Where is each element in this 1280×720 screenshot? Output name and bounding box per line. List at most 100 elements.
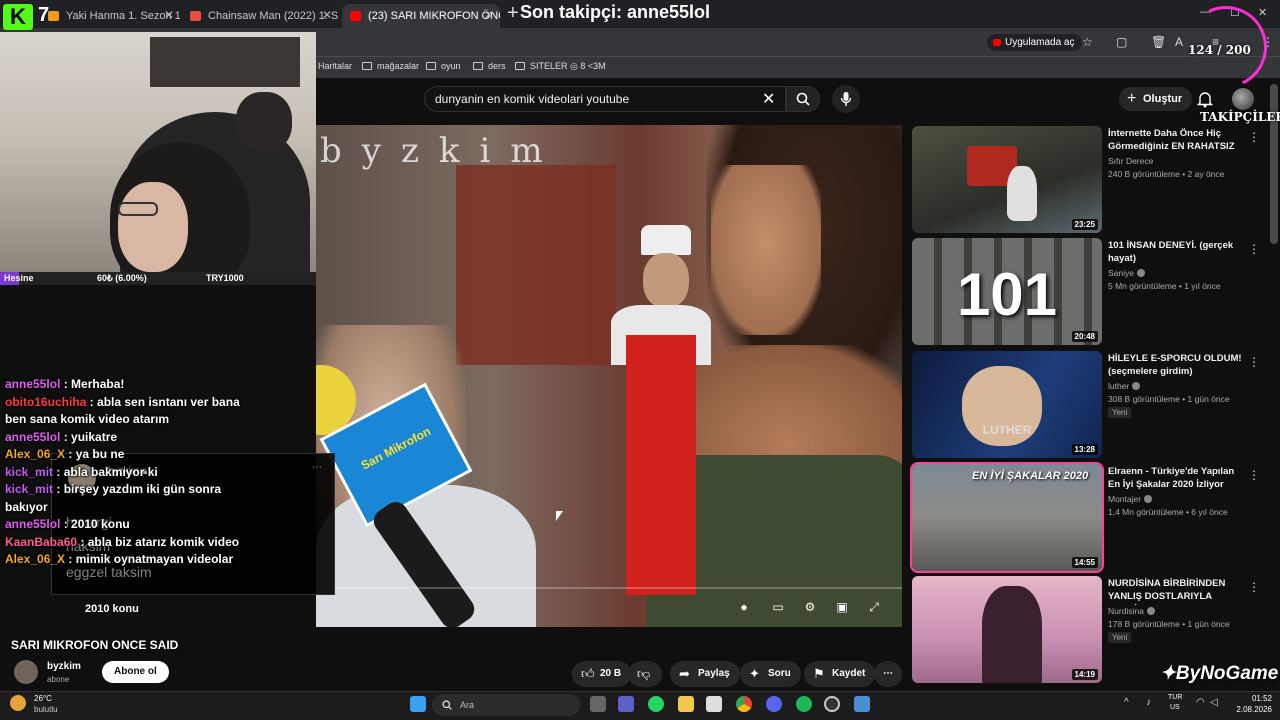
bell-icon[interactable] [1197,90,1213,108]
chat-username[interactable]: anne55lol [5,377,60,391]
bookmark-magazalar[interactable]: mağazalar [362,61,419,71]
windows-start-icon[interactable] [410,696,426,712]
task-view-icon[interactable] [590,696,606,712]
teams-icon[interactable] [618,696,634,712]
video-progress-bar[interactable] [316,587,902,589]
close-icon[interactable]: ✕ [164,5,174,25]
chat-username[interactable]: anne55lol [5,430,60,444]
close-window-icon[interactable]: ✕ [1258,6,1267,19]
tab-sari-mikrofon[interactable]: (23) SARI MIKROFON ÖNCE ✕ [342,4,500,28]
chat-username[interactable]: Alex_06_X [5,447,65,461]
weather-icon[interactable] [10,695,26,711]
obs-icon[interactable] [824,696,840,712]
bookmark-siteler[interactable]: SITELER [515,61,568,71]
file-explorer-icon[interactable] [678,696,694,712]
wifi-icon[interactable]: ◠ [1196,697,1205,708]
theater-mode-icon[interactable]: ▣ [834,599,850,615]
subtitles-icon[interactable]: ▭ [770,599,786,615]
channel-name[interactable]: byzkim [47,661,81,672]
discord-icon[interactable] [766,696,782,712]
clear-search-icon[interactable]: ✕ [762,89,775,109]
subscribe-button[interactable]: Abone ol [102,661,169,683]
video-title[interactable]: NURDİSİNA BİRBİRİNDEN YANLIŞ DOSTLARIYLA… [1108,577,1242,605]
save-button[interactable]: ⚑ Kaydet [804,661,876,687]
bookmark-8-3m[interactable]: ◎ 8 <3M [570,61,606,72]
whatsapp-icon[interactable] [648,696,664,712]
bookmark-oyun[interactable]: oyun [426,61,461,71]
channel-avatar[interactable] [14,660,38,684]
close-icon[interactable]: ✕ [484,5,494,25]
recommendation-item[interactable]: 101 20:48 101 İNSAN DENEYİ. (gerçek haya… [912,238,1272,348]
more-actions-button[interactable]: ⋯ [874,661,902,687]
channel-name[interactable]: luther [1108,381,1141,391]
video-thumbnail[interactable]: LUTHER 13:28 [912,351,1102,458]
chat-username[interactable]: Alex_06_X [5,552,65,566]
account-avatar[interactable] [1232,88,1254,110]
video-thumbnail[interactable]: 23:25 [912,126,1102,233]
taskbar-date: 2.08.2026 [1236,705,1272,714]
video-title[interactable]: 101 İNSAN DENEYİ. (gerçek hayat) [1108,239,1242,265]
dislike-button[interactable]: 👎︎ [628,661,662,687]
app-icon[interactable] [854,696,870,712]
channel-name[interactable]: Nurdisina [1108,606,1155,616]
chat-username[interactable]: kick_mit [5,465,53,479]
chat-username[interactable]: anne55lol [5,517,60,531]
recommendation-item[interactable]: 23:25 İnternette Daha Önce Hiç Görmediği… [912,126,1272,236]
video-thumbnail[interactable]: EN İYİ ŞAKALAR 2020 14:55 [910,462,1104,573]
chrome-icon[interactable] [736,696,752,712]
tab-yaki-hanma[interactable]: Yaki Hanma 1. Sezon 1. Bölüm ✕ [40,4,180,28]
open-in-app-button[interactable]: Uygulamada aç [987,34,1083,51]
share-button[interactable]: ➦ Paylaş [670,661,740,687]
mic-icon[interactable]: ♪ [1146,697,1151,708]
chat-username[interactable]: KaanBaba60 [5,535,77,549]
search-input[interactable]: dunyanin en komik videolari youtube [424,86,786,112]
more-dots-icon[interactable]: ⋯ [312,462,322,473]
chat-username[interactable]: obito16uchiha [5,395,86,409]
spotify-icon[interactable] [796,696,812,712]
ask-button[interactable]: ✦ Soru [740,661,801,687]
recommendation-item[interactable]: LUTHER 13:28 HİLEYLE E-SPORCU OLDUM! (se… [912,351,1272,461]
star-icon[interactable]: ☆ [1082,35,1093,49]
goal-progress-text: 60₺ (6.00%) [97,273,147,283]
video-thumbnail[interactable]: 101 20:48 [912,238,1102,345]
channel-name[interactable]: Saniye [1108,268,1145,278]
more-options-icon[interactable]: ⋮ [1248,468,1260,482]
volume-icon[interactable]: ◁ [1210,697,1218,708]
channel-name[interactable]: Montajer [1108,494,1153,504]
more-options-icon[interactable]: ⋮ [1248,580,1260,594]
video-player[interactable]: Sarı Mikrofon byzkim ● ▭ ⚙ ▣ ⤢ [316,125,902,627]
search-button[interactable] [786,86,820,112]
language-indicator[interactable]: TUR [1168,694,1182,701]
like-button[interactable]: 👍︎ 20 B [572,661,632,687]
tab-chainsaw-man[interactable]: Chainsaw Man (2022) 1. Sezon ✕ [182,4,338,28]
chat-text: 2010 konu [71,517,130,531]
chat-username[interactable]: kick_mit [5,482,53,496]
video-title[interactable]: Elraenn - Türkiye'de Yapılan En İyi Şaka… [1108,465,1242,491]
bookmark-ders[interactable]: ders [473,61,506,71]
taskbar-time[interactable]: 01:52 [1232,694,1272,703]
new-tab-button[interactable]: + [507,2,519,25]
trash-icon[interactable]: 🗑 [1151,35,1166,49]
video-thumbnail[interactable]: 14:19 [912,576,1102,683]
close-icon[interactable]: ✕ [322,5,332,25]
channel-name[interactable]: Sıfır Derece [1108,156,1153,166]
fullscreen-icon[interactable]: ⤢ [866,599,882,615]
search-icon [796,92,810,106]
taskbar-search[interactable]: Ara [432,694,580,716]
video-title[interactable]: İnternette Daha Önce Hiç Görmediğiniz EN… [1108,127,1242,155]
chat-message: obito16uchiha : abla sen isntanı ver ban… [5,394,260,429]
more-options-icon[interactable]: ⋮ [1248,242,1260,256]
recommendation-item[interactable]: EN İYİ ŞAKALAR 2020 14:55 Elraenn - Türk… [910,462,1272,574]
video-title[interactable]: HİLEYLE E-SPORCU OLDUM! (seçmelere girdi… [1108,352,1242,378]
autoplay-toggle-icon[interactable]: ● [736,599,752,615]
more-options-icon[interactable]: ⋮ [1248,130,1260,144]
settings-gear-icon[interactable]: ⚙ [802,599,818,615]
store-icon[interactable] [706,696,722,712]
extensions-icon[interactable]: ▢ [1116,35,1127,49]
translate-icon[interactable]: A [1175,35,1183,49]
bookmark-haritalar[interactable]: Haritalar [318,61,352,71]
create-button[interactable]: + Oluştur [1119,87,1193,111]
more-options-icon[interactable]: ⋮ [1248,355,1260,369]
chevron-up-icon[interactable]: ^ [1124,697,1129,708]
voice-search-button[interactable] [832,85,860,113]
